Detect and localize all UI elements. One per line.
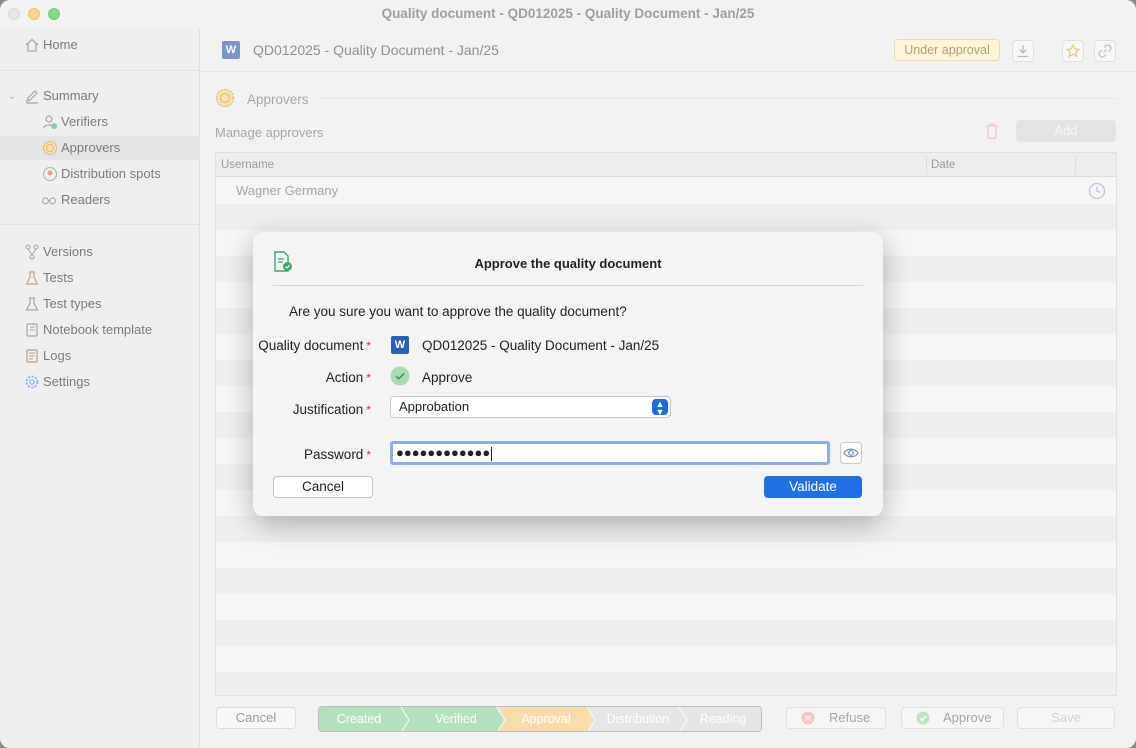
dialog-title: Approve the quality document <box>474 256 662 271</box>
password-masked-value: ●●●●●●●●●●●● <box>396 445 491 460</box>
word-document-icon: W <box>391 336 409 354</box>
validate-button[interactable]: Validate <box>764 476 862 498</box>
text-caret <box>491 446 493 461</box>
justification-select[interactable]: Approbation ▲ ▼ <box>390 396 671 418</box>
password-label: Password * <box>304 447 371 462</box>
dialog-cancel-button[interactable]: Cancel <box>273 476 373 498</box>
confirmation-question: Are you sure you want to approve the qua… <box>289 304 627 319</box>
approve-dialog: Approve the quality document Are you sur… <box>253 232 883 516</box>
show-password-button[interactable] <box>840 442 862 464</box>
justification-selected-value: Approbation <box>399 399 470 414</box>
chevron-up-down-icon: ▲ ▼ <box>652 399 668 417</box>
app-window: Quality document - QD012025 - Quality Do… <box>0 0 1136 748</box>
password-field[interactable]: ●●●●●●●●●●●● <box>390 441 830 465</box>
action-label: Action * <box>325 370 371 385</box>
action-value: Approve <box>422 370 473 385</box>
dialog-divider <box>273 285 863 286</box>
quality-document-value: QD012025 - Quality Document - Jan/25 <box>422 338 660 353</box>
approve-check-icon <box>390 366 410 386</box>
justification-label: Justification * <box>292 402 371 417</box>
eye-icon <box>843 448 859 458</box>
quality-document-label: Quality document * <box>258 338 371 353</box>
